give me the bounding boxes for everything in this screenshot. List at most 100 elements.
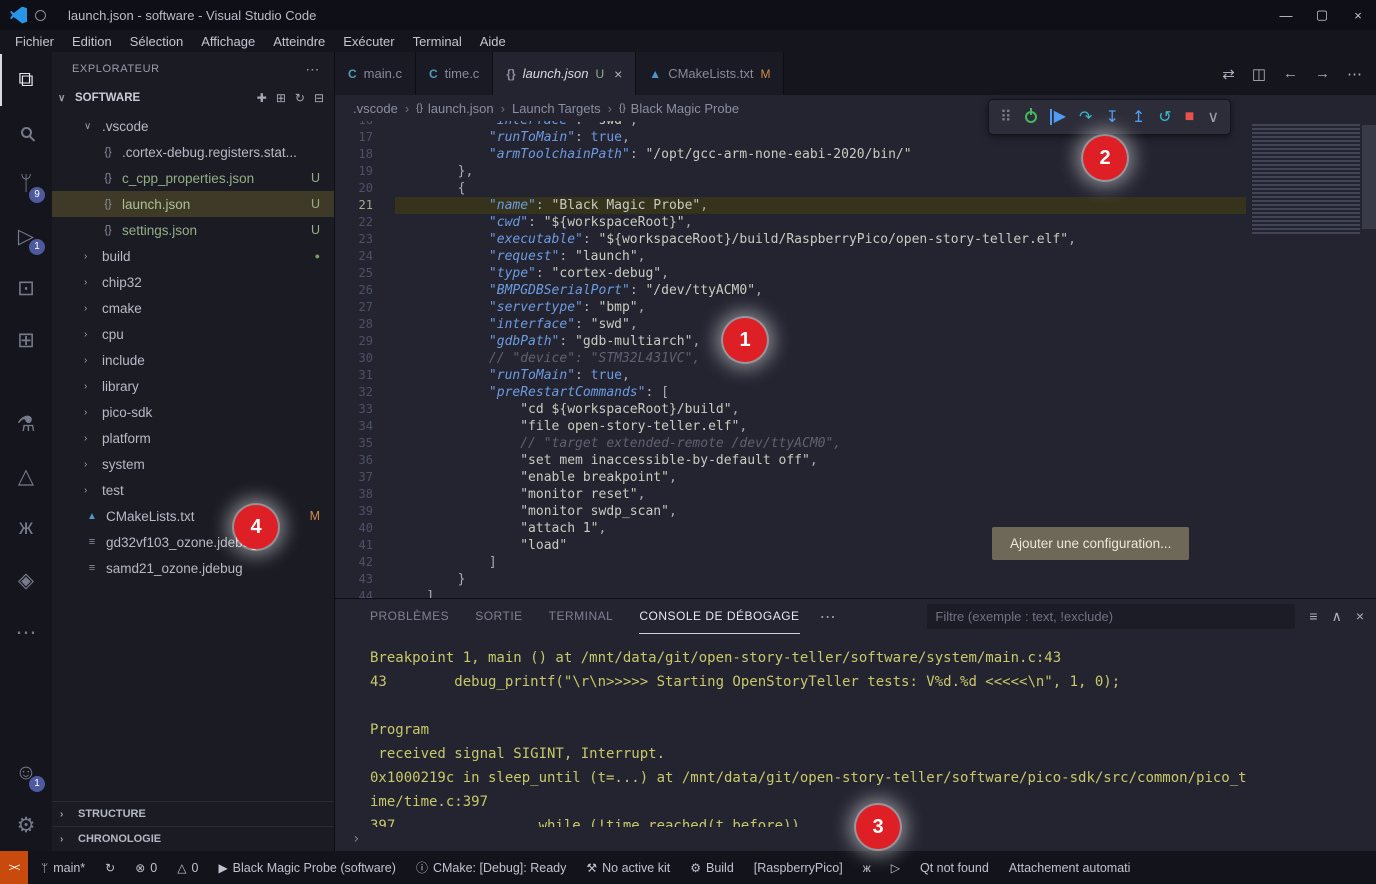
breadcrumb-launch-json[interactable]: {}launch.json <box>416 101 493 116</box>
folder-build[interactable]: ›build● <box>52 243 334 269</box>
activity-remote-explorer[interactable]: ⊡ <box>0 262 52 314</box>
section-chronologie[interactable]: ›CHRONOLOGIE <box>52 826 334 851</box>
file-gd32vf103-ozone-jdebug[interactable]: ≡gd32vf103_ozone.jdebug <box>52 529 334 555</box>
tab-time-c[interactable]: Ctime.c <box>416 52 493 95</box>
section-structure[interactable]: ›STRUCTURE <box>52 801 334 826</box>
activity-more[interactable]: ⋯ <box>0 606 52 658</box>
folder-test[interactable]: ›test <box>52 477 334 503</box>
folder-cmake[interactable]: ›cmake <box>52 295 334 321</box>
menu-edition[interactable]: Edition <box>63 30 121 52</box>
minimize-button[interactable]: — <box>1268 0 1304 30</box>
menu-fichier[interactable]: Fichier <box>6 30 63 52</box>
stop-dropdown-icon[interactable]: ∨ <box>1207 107 1219 127</box>
cmake-kit[interactable]: ⚒No active kit <box>577 851 679 884</box>
menu-atteindre[interactable]: Atteindre <box>264 30 334 52</box>
continue-button[interactable]: ▶ <box>1050 109 1066 125</box>
maximize-button[interactable]: ▢ <box>1304 0 1340 30</box>
qt-status[interactable]: Qt not found <box>911 851 998 884</box>
file-c-cpp-properties-json[interactable]: {}c_cpp_properties.jsonU <box>52 165 334 191</box>
new-file-icon[interactable]: ✚ <box>257 91 267 105</box>
breadcrumb-black-magic-probe[interactable]: {}Black Magic Probe <box>619 101 739 116</box>
activity-extensions[interactable]: ⊞ <box>0 314 52 366</box>
activity-accounts[interactable]: ☺1 <box>0 747 52 799</box>
debug-filter-input[interactable] <box>927 604 1295 629</box>
file-settings-json[interactable]: {}settings.jsonU <box>52 217 334 243</box>
new-folder-icon[interactable]: ⊞ <box>276 91 286 105</box>
add-configuration-button[interactable]: Ajouter une configuration... <box>992 527 1189 560</box>
panel-tab-console-de-d-bogage[interactable]: CONSOLE DE DÉBOGAGE <box>639 599 799 634</box>
activity-debug-extension[interactable]: ж <box>0 502 52 554</box>
menu-s-lection[interactable]: Sélection <box>121 30 192 52</box>
menu-terminal[interactable]: Terminal <box>404 30 471 52</box>
clear-console-icon[interactable]: ≡ <box>1309 608 1317 625</box>
section-software[interactable]: ∨ SOFTWARE ✚⊞↻⊟ <box>52 86 334 110</box>
cmake-debug[interactable]: ж <box>854 851 880 884</box>
folder-library[interactable]: ›library <box>52 373 334 399</box>
step-into-button[interactable]: ↧ <box>1105 107 1118 127</box>
back-icon[interactable]: ← <box>1283 65 1298 82</box>
explorer-more-icon[interactable]: ⋯ <box>305 61 320 78</box>
cmake-status[interactable]: ⓘCMake: [Debug]: Ready <box>407 851 575 884</box>
activity-search[interactable] <box>0 106 52 158</box>
activity-run-debug[interactable]: ▷1 <box>0 210 52 262</box>
folder-include[interactable]: ›include <box>52 347 334 373</box>
code-editor[interactable]: 16 "interface": "swd",17 "runToMain": tr… <box>335 121 1376 598</box>
drag-handle[interactable]: ⠿ <box>1000 107 1012 127</box>
file-launch-json[interactable]: {}launch.jsonU <box>52 191 334 217</box>
folder-vscode[interactable]: ∨.vscode <box>52 113 334 139</box>
folder-pico-sdk[interactable]: ›pico-sdk <box>52 399 334 425</box>
maximize-panel-icon[interactable]: ∧ <box>1332 608 1342 625</box>
auto-attach[interactable]: Attachement automati <box>1000 851 1140 884</box>
menu-affichage[interactable]: Affichage <box>192 30 264 52</box>
collapse-folders-icon[interactable]: ⊟ <box>314 91 324 105</box>
tab-cmakelists[interactable]: ▲CMakeLists.txtM <box>636 52 784 95</box>
close-button[interactable]: × <box>1340 0 1376 30</box>
warnings-count[interactable]: △0 <box>168 851 207 884</box>
activity-testing[interactable]: ⚗ <box>0 398 52 450</box>
menu-aide[interactable]: Aide <box>471 30 515 52</box>
remote-indicator[interactable]: >< <box>0 851 28 884</box>
refresh-icon[interactable]: ↻ <box>295 91 305 105</box>
panel-tab-probl-mes[interactable]: PROBLÈMES <box>370 599 449 634</box>
activity-cmake[interactable]: △ <box>0 450 52 502</box>
debug-target[interactable]: ▶Black Magic Probe (software) <box>209 851 405 884</box>
minimap[interactable] <box>1252 124 1360 234</box>
panel-tab-terminal[interactable]: TERMINAL <box>549 599 614 634</box>
forward-icon[interactable]: → <box>1315 65 1330 82</box>
close-panel-icon[interactable]: × <box>1356 608 1364 625</box>
file-cortex-debug-registers-stat[interactable]: {}.cortex-debug.registers.stat... <box>52 139 334 165</box>
build-target[interactable]: [RaspberryPico] <box>745 851 852 884</box>
cmake-launch[interactable]: ▷ <box>882 851 909 884</box>
tab-main-c[interactable]: Cmain.c <box>335 52 416 95</box>
folder-cpu[interactable]: ›cpu <box>52 321 334 347</box>
breadcrumb-vscode[interactable]: .vscode <box>353 101 398 116</box>
activity-deploy[interactable]: ◈ <box>0 554 52 606</box>
panel-tab-sortie[interactable]: SORTIE <box>475 599 522 634</box>
cmake-build[interactable]: ⚙Build <box>681 851 743 884</box>
activity-settings[interactable]: ⚙ <box>0 799 52 851</box>
folder-platform[interactable]: ›platform <box>52 425 334 451</box>
file-cmakelists-txt[interactable]: ▲CMakeLists.txtM <box>52 503 334 529</box>
sync-button[interactable]: ↻ <box>96 851 124 884</box>
git-branch[interactable]: ᛘmain* <box>32 851 94 884</box>
breadcrumb-launch-targets[interactable]: Launch Targets <box>512 101 601 116</box>
file-samd21-ozone-jdebug[interactable]: ≡samd21_ozone.jdebug <box>52 555 334 581</box>
close-icon[interactable]: × <box>614 66 622 82</box>
editor-scrollbar[interactable] <box>1362 121 1376 598</box>
split-editor-icon[interactable]: ◫ <box>1252 65 1266 83</box>
folder-system[interactable]: ›system <box>52 451 334 477</box>
menu-ex-cuter[interactable]: Exécuter <box>334 30 403 52</box>
tab-launch-json[interactable]: {}launch.jsonU× <box>493 52 636 95</box>
errors-count[interactable]: ⊗0 <box>126 851 166 884</box>
panel-more-icon[interactable]: ⋯ <box>820 607 836 627</box>
step-out-button[interactable]: ↥ <box>1132 107 1145 127</box>
step-over-button[interactable]: ↷ <box>1079 107 1092 127</box>
restart-button[interactable]: ↺ <box>1158 107 1171 127</box>
open-changes-icon[interactable]: ⇄ <box>1222 65 1235 83</box>
scrollbar-thumb[interactable] <box>1362 125 1376 229</box>
editor-more-icon[interactable]: ⋯ <box>1347 65 1362 83</box>
folder-chip32[interactable]: ›chip32 <box>52 269 334 295</box>
activity-source-control[interactable]: ᛘ9 <box>0 158 52 210</box>
reset-button[interactable] <box>1025 111 1037 123</box>
stop-button[interactable]: ■ <box>1185 108 1195 126</box>
